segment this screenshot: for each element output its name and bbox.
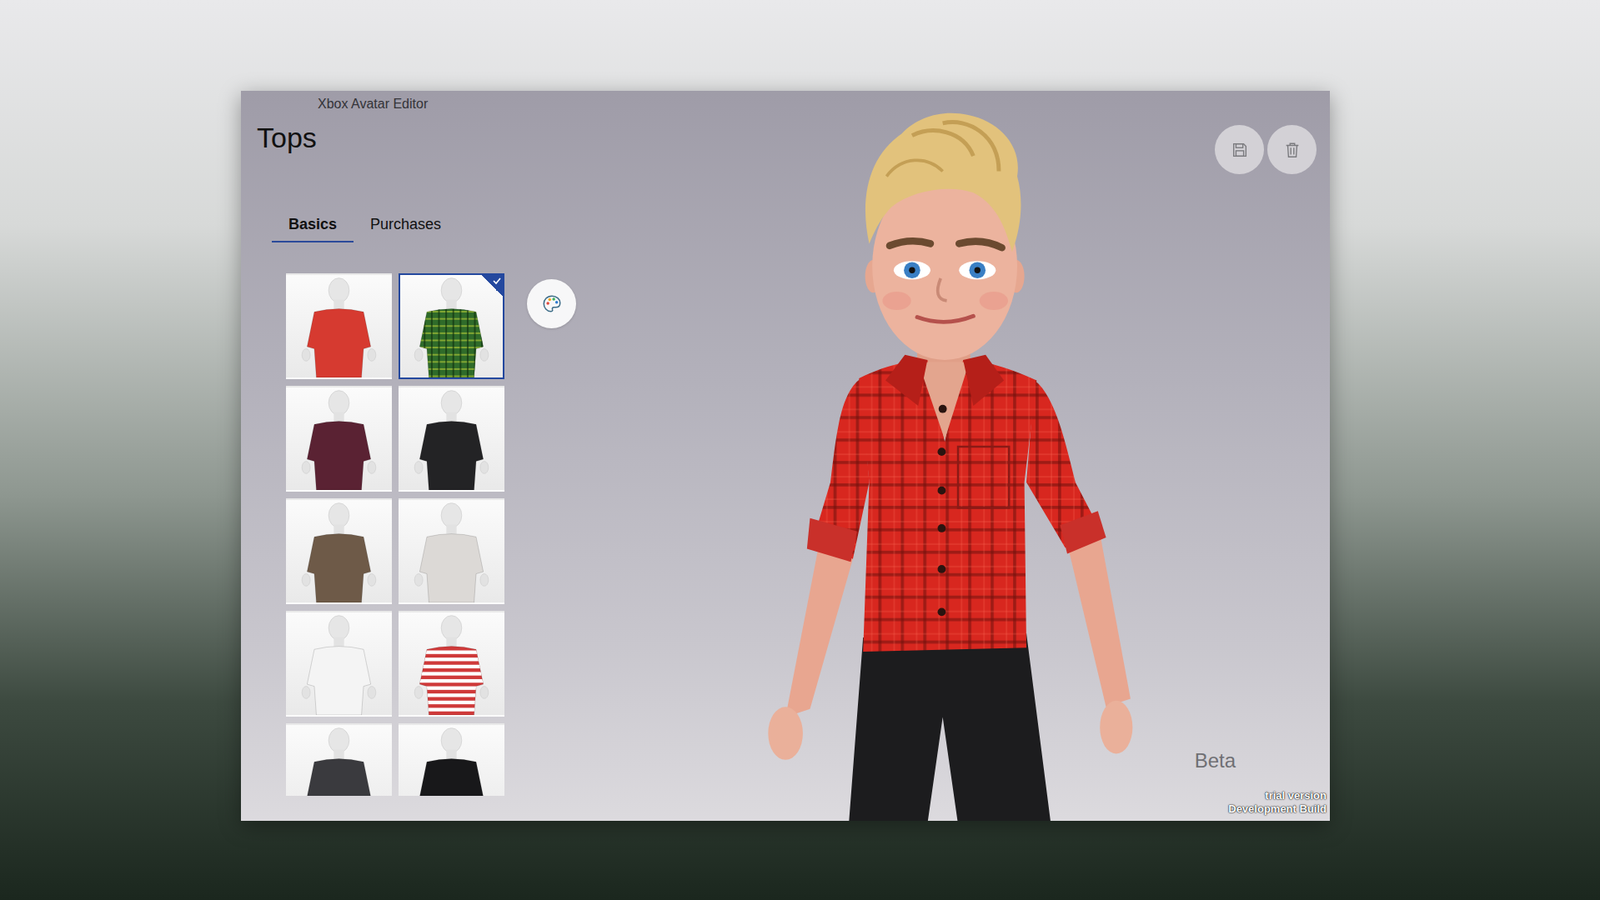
mannequin-icon (287, 387, 391, 491)
page-heading: Tops (256, 119, 708, 156)
app-window: Xbox Avatar EditorTopsBasicsPurchasesBet… (240, 90, 1330, 822)
beta-label: Beta (1194, 749, 1236, 773)
tab-bar: BasicsPurchases (271, 207, 708, 243)
color-palette-button[interactable] (526, 279, 577, 329)
desktop: Xbox Avatar EditorTopsBasicsPurchasesBet… (0, 0, 1600, 900)
top-tile[interactable] (285, 723, 392, 797)
content-row (285, 273, 708, 797)
mannequin-icon (400, 725, 503, 797)
top-tile[interactable] (285, 273, 392, 380)
action-buttons (1214, 125, 1317, 175)
top-tile[interactable] (285, 386, 392, 492)
mannequin-icon (400, 500, 503, 603)
save-icon (1230, 140, 1249, 160)
build-watermark: trial versionDevelopment Build (1228, 789, 1327, 817)
avatar-stage: Beta trial versionDevelopment Build (707, 90, 1330, 822)
top-tile[interactable] (398, 386, 505, 492)
top-tile[interactable] (398, 723, 505, 797)
window-title: Xbox Avatar Editor (317, 90, 708, 118)
selected-check-icon (481, 275, 503, 297)
save-button[interactable] (1214, 125, 1264, 175)
mannequin-icon (287, 725, 391, 797)
top-tile[interactable] (285, 498, 392, 605)
watermark-line: trial version (1228, 789, 1327, 803)
mannequin-icon (287, 275, 391, 378)
watermark-line: Development Build (1228, 802, 1327, 817)
side-panel: Xbox Avatar EditorTops BasicsPurchases (240, 90, 708, 822)
mannequin-icon (400, 612, 503, 716)
mannequin-icon (287, 500, 391, 603)
palette-icon (541, 293, 563, 316)
top-tile[interactable] (398, 611, 505, 718)
mannequin-icon (400, 387, 503, 491)
mannequin-icon (287, 612, 391, 716)
avatar-figure[interactable] (748, 110, 1149, 822)
tab[interactable]: Basics (271, 207, 354, 243)
top-tile[interactable] (398, 273, 505, 380)
top-tile[interactable] (285, 611, 392, 718)
top-tile[interactable] (398, 498, 505, 605)
tab[interactable]: Purchases (353, 207, 458, 243)
delete-button[interactable] (1267, 125, 1317, 175)
tops-list (285, 273, 505, 797)
trash-icon (1283, 140, 1302, 160)
